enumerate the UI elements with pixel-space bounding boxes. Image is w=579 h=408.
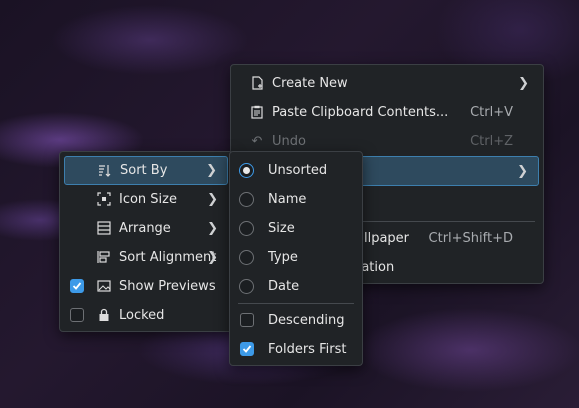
show-previews-checkbox[interactable] (70, 279, 84, 293)
menu-separator (238, 303, 354, 304)
menu-item-sort-alignment[interactable]: Sort Alignment ❯ (64, 243, 228, 271)
menu-item-sort-by[interactable]: Sort By ❯ (64, 156, 228, 185)
sort-by-label: Sort By (120, 163, 168, 178)
chevron-right-icon: ❯ (207, 220, 218, 236)
undo-shortcut: Ctrl+Z (470, 133, 513, 149)
name-radio[interactable] (239, 191, 254, 207)
menu-item-paste[interactable]: Paste Clipboard Contents... Ctrl+V (235, 98, 539, 126)
sort-icon (97, 163, 113, 179)
undo-label: Undo (272, 133, 306, 149)
sort-option-unsorted[interactable]: Unsorted (234, 156, 358, 184)
alignment-icon (96, 249, 112, 265)
descending-label: Descending (268, 312, 345, 328)
show-previews-label: Show Previews (119, 278, 216, 294)
menu-item-locked[interactable]: Locked (64, 301, 228, 329)
menu-item-arrange[interactable]: Arrange ❯ (64, 214, 228, 242)
toggle-descending[interactable]: Descending (234, 306, 358, 334)
folders-first-label: Folders First (268, 341, 347, 357)
document-new-icon (249, 75, 265, 91)
sort-option-name[interactable]: Name (234, 185, 358, 213)
locked-checkbox[interactable] (70, 308, 84, 322)
arrange-icon (96, 220, 112, 236)
paste-shortcut: Ctrl+V (470, 104, 513, 120)
menu-item-icon-size[interactable]: Icon Size ❯ (64, 185, 228, 213)
sort-option-type[interactable]: Type (234, 243, 358, 271)
unsorted-label: Unsorted (268, 162, 328, 178)
size-radio[interactable] (239, 220, 254, 236)
locked-label: Locked (119, 307, 165, 323)
chevron-right-icon: ❯ (517, 163, 528, 179)
wallpaper-shortcut: Ctrl+Shift+D (428, 230, 513, 246)
menu-item-show-previews[interactable]: Show Previews (64, 272, 228, 300)
create-new-label: Create New (272, 75, 348, 91)
type-label: Type (268, 249, 298, 265)
descending-checkbox[interactable] (240, 313, 254, 327)
name-label: Name (268, 191, 307, 207)
paste-label: Paste Clipboard Contents... (272, 104, 449, 120)
folders-first-checkbox[interactable] (240, 342, 254, 356)
undo-icon: ↶ (251, 133, 263, 149)
chevron-right-icon: ❯ (207, 249, 218, 265)
wallpaper-label: allpaper (356, 230, 410, 246)
arrange-label: Arrange (119, 220, 171, 236)
chevron-right-icon: ❯ (518, 75, 529, 91)
date-label: Date (268, 278, 300, 294)
clipboard-icon (249, 104, 265, 120)
chevron-right-icon: ❯ (206, 163, 217, 178)
menu-item-create-new[interactable]: Create New ❯ (235, 69, 539, 97)
icon-size-label: Icon Size (119, 191, 177, 207)
toggle-folders-first[interactable]: Folders First (234, 335, 358, 363)
size-label: Size (268, 220, 295, 236)
sort-by-menu: Unsorted Name Size Type Date Descending … (229, 151, 363, 366)
sort-option-date[interactable]: Date (234, 272, 358, 300)
image-icon (96, 278, 112, 294)
icon-size-icon (96, 191, 112, 207)
sort-option-size[interactable]: Size (234, 214, 358, 242)
chevron-right-icon: ❯ (207, 191, 218, 207)
view-options-menu: Sort By ❯ Icon Size ❯ Arrange ❯ Sort Ali… (59, 151, 233, 332)
date-radio[interactable] (239, 278, 254, 294)
lock-icon (96, 307, 112, 323)
unsorted-radio[interactable] (239, 162, 254, 178)
type-radio[interactable] (239, 249, 254, 265)
sort-alignment-label: Sort Alignment (119, 249, 217, 265)
